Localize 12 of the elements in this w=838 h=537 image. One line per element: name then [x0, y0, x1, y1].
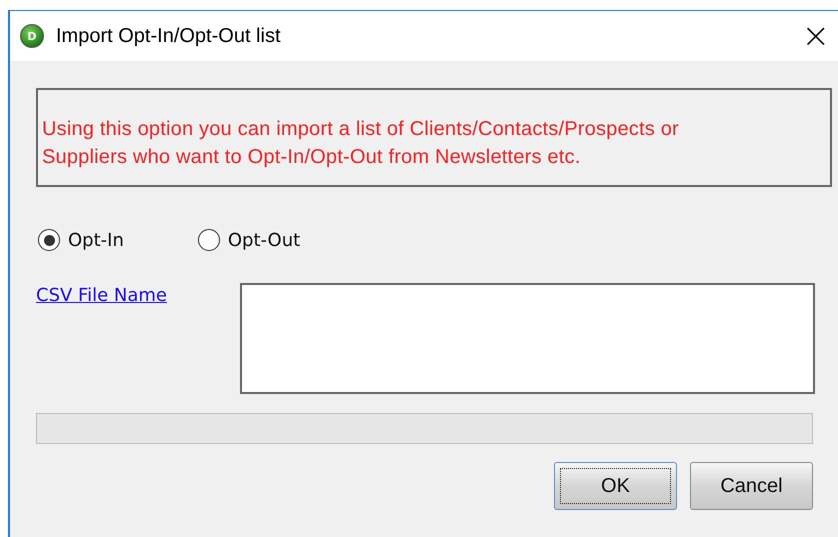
- info-message: Using this option you can import a list of Clients/Contacts/Prospects or Suppliers who want to Opt-In/Opt-Out from Newsletters etc.: [42, 116, 680, 170]
- ok-button[interactable]: OK: [554, 462, 677, 510]
- window-title: Import Opt-In/Opt-Out list: [56, 24, 281, 48]
- close-button[interactable]: ×: [798, 19, 834, 53]
- cancel-button[interactable]: Cancel: [690, 462, 813, 510]
- radio-button[interactable]: [198, 229, 220, 251]
- radio-label[interactable]: Opt-Out: [228, 230, 300, 250]
- app-logo-icon: D: [20, 24, 44, 48]
- radio-button[interactable]: [38, 229, 60, 251]
- radio-label[interactable]: Opt-In: [68, 230, 124, 250]
- csv-file-link[interactable]: CSV File Name: [36, 285, 240, 394]
- file-name-field[interactable]: [240, 283, 815, 394]
